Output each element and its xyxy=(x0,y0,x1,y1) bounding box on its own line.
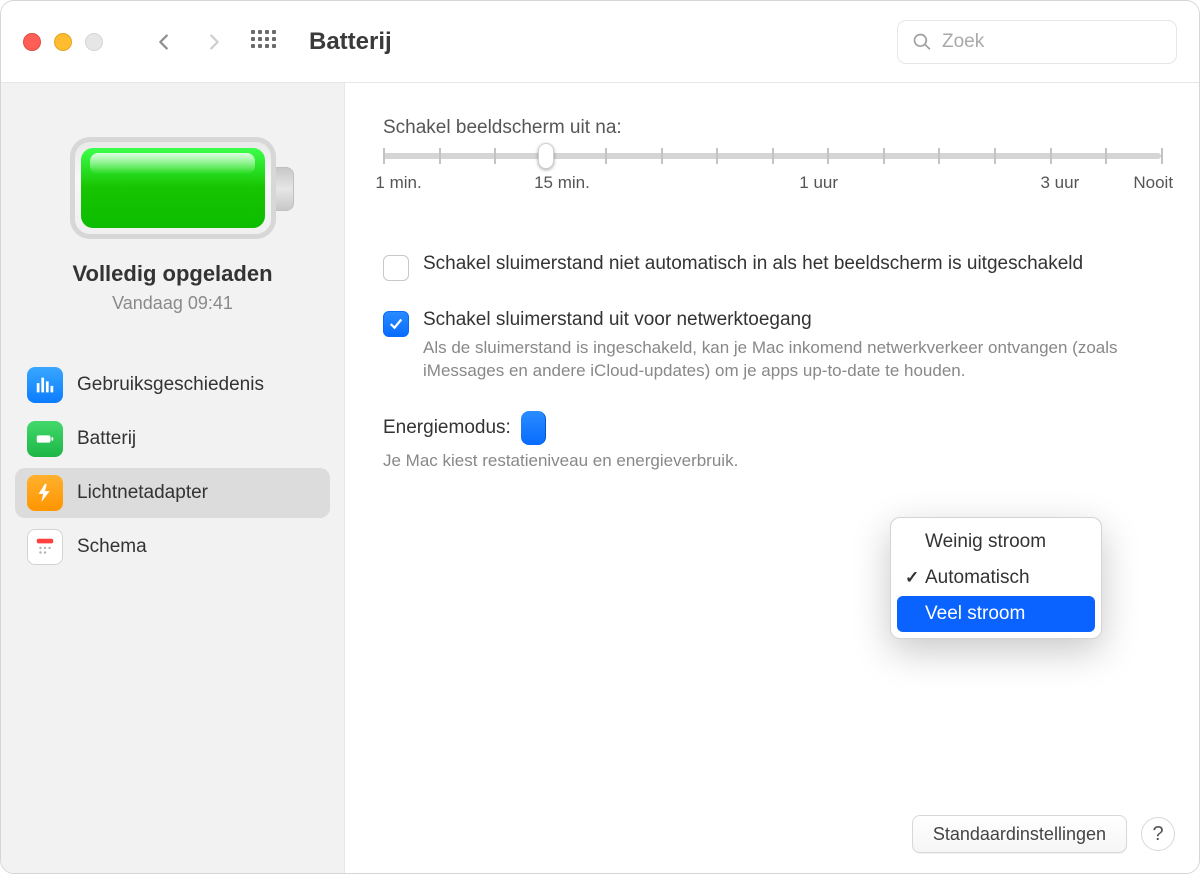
slider-label-1min: 1 min. xyxy=(375,173,421,193)
slider-label-nooit: Nooit xyxy=(1133,173,1173,193)
energy-option-low[interactable]: Weinig stroom xyxy=(897,524,1095,560)
preferences-window: Batterij Zoek Volledig opgeladen Vandaag… xyxy=(0,0,1200,874)
show-all-prefs-button[interactable] xyxy=(251,30,275,54)
battery-status-title: Volledig opgeladen xyxy=(15,261,330,287)
slider-label-1uur: 1 uur xyxy=(799,173,838,193)
display-off-slider[interactable]: 1 min. 15 min. 1 uur 3 uur Nooit xyxy=(383,153,1161,195)
footer: Standaardinstellingen ? xyxy=(912,815,1175,853)
close-window-button[interactable] xyxy=(23,33,41,51)
zoom-window-button xyxy=(85,33,103,51)
bar-chart-icon xyxy=(27,367,63,403)
battery-status-subtitle: Vandaag 09:41 xyxy=(15,293,330,314)
battery-illustration xyxy=(70,137,276,239)
energy-mode-description: Je Mac kiest restatieniveau en energieve… xyxy=(383,451,1161,471)
slider-label-3uur: 3 uur xyxy=(1040,173,1079,193)
panel-title: Batterij xyxy=(309,28,392,56)
toolbar: Batterij Zoek xyxy=(1,1,1199,83)
slider-thumb[interactable] xyxy=(538,143,554,169)
sidebar-item-label: Lichtnetadapter xyxy=(77,482,208,504)
option-prevent-sleep: Schakel sluimerstand niet automatisch in… xyxy=(383,253,1161,281)
energy-mode-label: Energiemodus: xyxy=(383,417,511,439)
sidebar: Volledig opgeladen Vandaag 09:41 Gebruik… xyxy=(1,83,345,873)
window-controls xyxy=(23,33,103,51)
sidebar-item-label: Schema xyxy=(77,536,147,558)
bolt-icon xyxy=(27,475,63,511)
search-field[interactable]: Zoek xyxy=(897,20,1177,64)
calendar-icon xyxy=(27,529,63,565)
energy-mode-row: Energiemodus: xyxy=(383,411,1161,445)
checkbox-wake-for-network[interactable] xyxy=(383,311,409,337)
sidebar-item-usage-history[interactable]: Gebruiksgeschiedenis xyxy=(15,360,330,410)
sidebar-item-power-adapter[interactable]: Lichtnetadapter xyxy=(15,468,330,518)
sidebar-nav: Gebruiksgeschiedenis Batterij Lichtnetad… xyxy=(15,360,330,572)
body: Volledig opgeladen Vandaag 09:41 Gebruik… xyxy=(1,83,1199,873)
sidebar-item-battery[interactable]: Batterij xyxy=(15,414,330,464)
checkbox-prevent-sleep[interactable] xyxy=(383,255,409,281)
content: Schakel beeldscherm uit na: xyxy=(345,83,1199,873)
display-off-label: Schakel beeldscherm uit na: xyxy=(383,117,1161,139)
energy-option-auto[interactable]: Automatisch xyxy=(897,560,1095,596)
energy-mode-select[interactable] xyxy=(521,411,546,445)
forward-button xyxy=(195,23,233,61)
restore-defaults-button[interactable]: Standaardinstellingen xyxy=(912,815,1127,853)
energy-option-high[interactable]: Veel stroom xyxy=(897,596,1095,632)
minimize-window-button[interactable] xyxy=(54,33,72,51)
option-wake-for-network: Schakel sluimerstand uit voor netwerktoe… xyxy=(383,309,1161,383)
search-icon xyxy=(912,32,932,52)
back-button[interactable] xyxy=(145,23,183,61)
battery-status: Volledig opgeladen Vandaag 09:41 xyxy=(15,261,330,314)
energy-mode-dropdown: Weinig stroom Automatisch Veel stroom xyxy=(890,517,1102,639)
sidebar-item-label: Gebruiksgeschiedenis xyxy=(77,374,264,396)
help-button[interactable]: ? xyxy=(1141,817,1175,851)
option-description: Als de sluimerstand is ingeschakeld, kan… xyxy=(423,337,1143,383)
battery-icon xyxy=(27,421,63,457)
option-title: Schakel sluimerstand niet automatisch in… xyxy=(423,253,1083,275)
slider-label-15min: 15 min. xyxy=(534,173,590,193)
sidebar-item-schedule[interactable]: Schema xyxy=(15,522,330,572)
sidebar-item-label: Batterij xyxy=(77,428,136,450)
option-title: Schakel sluimerstand uit voor netwerktoe… xyxy=(423,309,1143,331)
search-placeholder: Zoek xyxy=(942,31,984,53)
